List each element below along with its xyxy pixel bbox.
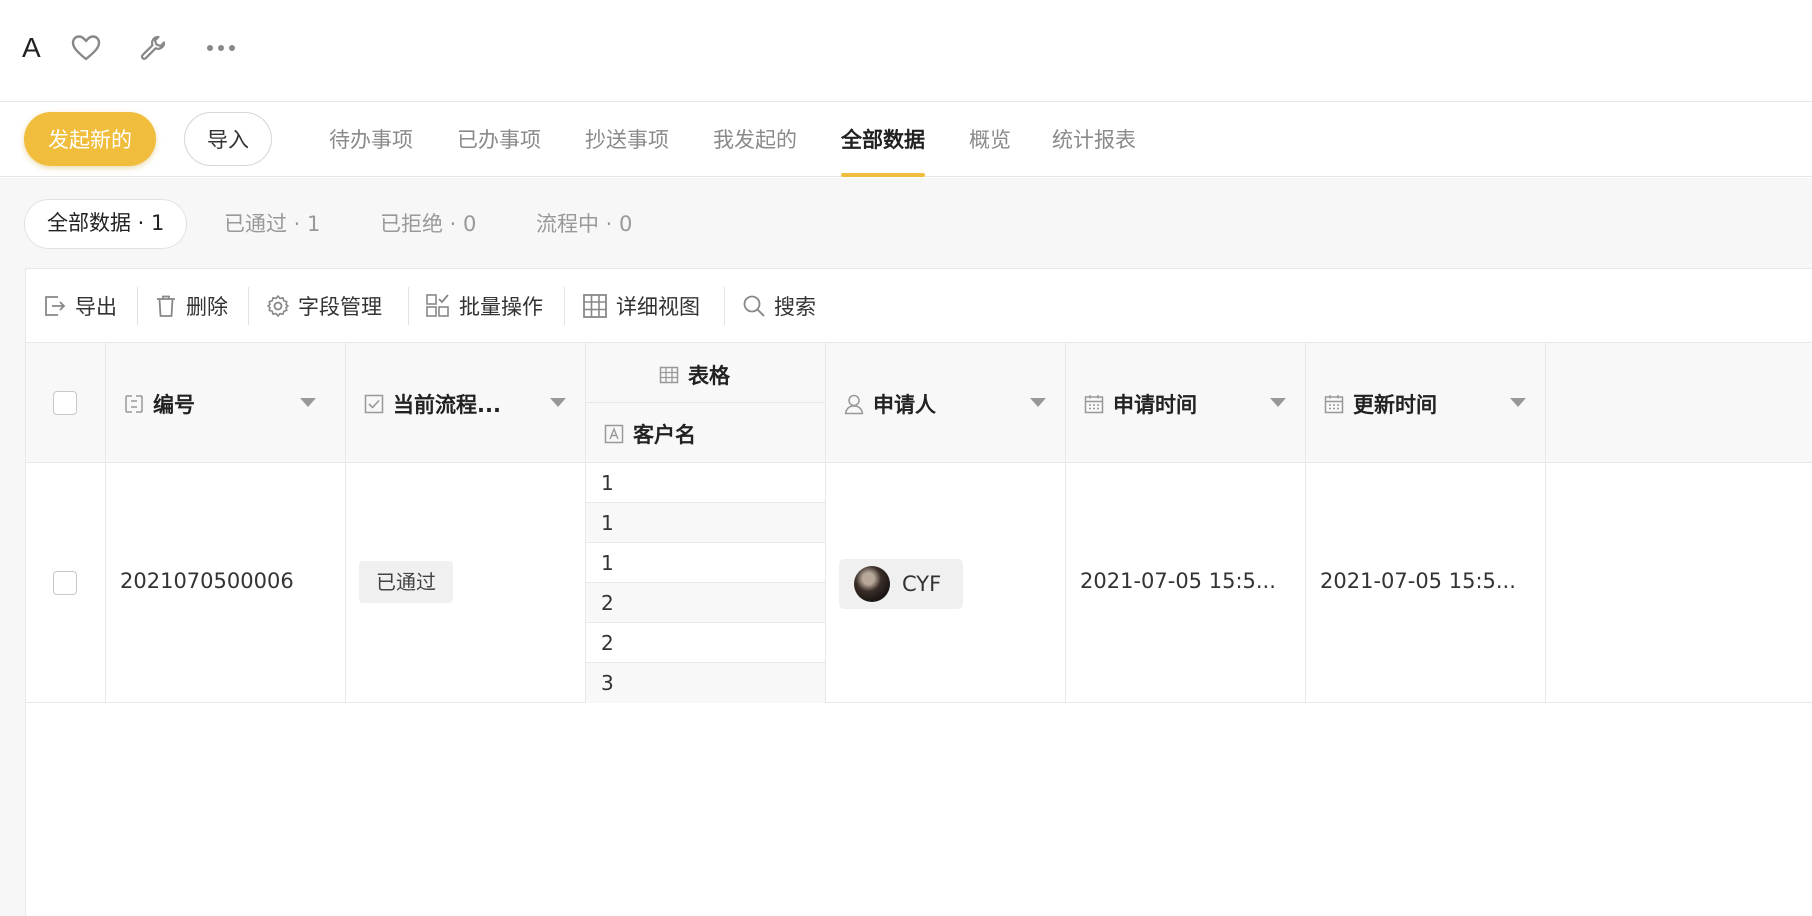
- table-cell-number[interactable]: 2021070500006: [106, 463, 346, 703]
- app-root: A 发起新的 导入 待办事项 已办事项 抄送事项 我发起的 全部数据 概览 统计…: [0, 0, 1812, 916]
- subtable-row: 1: [586, 543, 825, 583]
- column-menu-caret[interactable]: [1030, 398, 1046, 407]
- detail-view-label: 详细视图: [616, 295, 700, 319]
- row-checkbox[interactable]: [53, 571, 77, 595]
- detail-view-button[interactable]: 详细视图: [582, 269, 700, 343]
- calendar-icon: [1084, 395, 1104, 414]
- more-icon[interactable]: [204, 31, 238, 65]
- heart-icon[interactable]: [69, 31, 103, 65]
- table-field-icon: [659, 366, 679, 384]
- row-filler: [1546, 463, 1812, 703]
- export-icon: [45, 296, 66, 316]
- column-label-apply-time: 申请时间: [1113, 393, 1197, 417]
- subtable-row: 1: [586, 503, 825, 543]
- page-header: A: [0, 0, 1812, 102]
- filter-in-progress[interactable]: 流程中 · 0: [536, 199, 632, 249]
- table-cell-flow[interactable]: 已通过: [346, 463, 586, 703]
- trash-icon: [157, 295, 175, 317]
- filter-approved[interactable]: 已通过 · 1: [224, 199, 320, 249]
- select-all-checkbox[interactable]: [53, 391, 77, 415]
- field-management-button[interactable]: 字段管理: [266, 269, 382, 343]
- nav-bar: 发起新的 导入 待办事项 已办事项 抄送事项 我发起的 全部数据 概览 统计报表: [0, 103, 1812, 177]
- row-checkbox-cell: [26, 463, 106, 703]
- field-management-label: 字段管理: [298, 295, 382, 319]
- tab-overview[interactable]: 概览: [969, 103, 1011, 177]
- toolbar-divider: [564, 287, 565, 325]
- import-button[interactable]: 导入: [184, 112, 272, 166]
- subtable-row: 1: [586, 463, 825, 503]
- search-button[interactable]: 搜索: [742, 269, 816, 343]
- app-title: A: [22, 32, 41, 63]
- subtable-row: 2: [586, 583, 825, 623]
- apply-time-value: 2021-07-05 15:5...: [1080, 569, 1276, 593]
- export-button[interactable]: 导出: [43, 269, 117, 343]
- batch-operation-button[interactable]: 批量操作: [425, 269, 543, 343]
- wrench-icon[interactable]: [136, 31, 170, 65]
- table-cell-update-time[interactable]: 2021-07-05 15:5...: [1306, 463, 1546, 703]
- content-area: 全部数据 · 1 已通过 · 1 已拒绝 · 0 流程中 · 0 导出 删除 字…: [0, 178, 1812, 916]
- column-header-customer[interactable]: 客户名: [586, 403, 826, 463]
- table-icon: [583, 294, 607, 318]
- gear-icon: [267, 295, 289, 317]
- column-menu-caret[interactable]: [1510, 398, 1526, 407]
- status-badge: 已通过: [359, 561, 453, 603]
- applicant-name: CYF: [902, 572, 942, 596]
- table-cell-apply-time[interactable]: 2021-07-05 15:5...: [1066, 463, 1306, 703]
- column-label-customer: 客户名: [633, 423, 696, 447]
- column-group-label-table: 表格: [688, 364, 730, 388]
- tab-cc[interactable]: 抄送事项: [585, 103, 669, 177]
- record-number: 2021070500006: [120, 569, 294, 593]
- toolbar-divider: [248, 287, 249, 325]
- user-tag[interactable]: CYF: [839, 559, 964, 609]
- column-label-applicant: 申请人: [873, 393, 936, 417]
- toolbar-divider: [408, 287, 409, 325]
- subtable-row: 3: [586, 663, 825, 703]
- toolbar: 导出 删除 字段管理 批量操作 详细视图 搜索: [26, 269, 1812, 343]
- create-new-button[interactable]: 发起新的: [24, 112, 156, 166]
- delete-label: 删除: [186, 295, 228, 319]
- column-group-header-table[interactable]: 表格: [586, 343, 826, 403]
- batch-icon: [426, 294, 449, 317]
- checkbox-field-icon: [364, 394, 384, 414]
- avatar: [854, 566, 890, 602]
- batch-operation-label: 批量操作: [459, 295, 543, 319]
- toolbar-divider: [724, 287, 725, 325]
- column-label-number: 编号: [153, 393, 195, 417]
- column-header-apply-time[interactable]: 申请时间: [1066, 343, 1306, 463]
- export-label: 导出: [75, 295, 117, 319]
- update-time-value: 2021-07-05 15:5...: [1320, 569, 1516, 593]
- filter-rejected[interactable]: 已拒绝 · 0: [380, 199, 476, 249]
- column-header-flow[interactable]: 当前流程...: [346, 343, 586, 463]
- table-cell-applicant[interactable]: CYF: [826, 463, 1066, 703]
- tab-done[interactable]: 已办事项: [457, 103, 541, 177]
- column-menu-caret[interactable]: [1270, 398, 1286, 407]
- search-label: 搜索: [774, 295, 816, 319]
- number-field-icon: [125, 395, 143, 413]
- tab-initiated[interactable]: 我发起的: [713, 103, 797, 177]
- tab-all-data[interactable]: 全部数据: [841, 103, 925, 177]
- column-menu-caret[interactable]: [550, 398, 566, 407]
- text-field-icon: [604, 424, 624, 444]
- header-filler: [1546, 343, 1812, 463]
- delete-button[interactable]: 删除: [154, 269, 228, 343]
- table-cell-customers[interactable]: 1 1 1 2 2 3: [586, 463, 826, 703]
- calendar-icon: [1324, 395, 1344, 414]
- column-header-update-time[interactable]: 更新时间: [1306, 343, 1546, 463]
- column-label-update-time: 更新时间: [1353, 393, 1437, 417]
- header-checkbox-cell: [26, 343, 106, 463]
- toolbar-divider: [137, 287, 138, 325]
- tab-reports[interactable]: 统计报表: [1052, 103, 1136, 177]
- column-menu-caret[interactable]: [300, 398, 316, 407]
- tab-todo[interactable]: 待办事项: [329, 103, 413, 177]
- user-icon: [844, 394, 864, 415]
- column-header-number[interactable]: 编号: [106, 343, 346, 463]
- data-table: 编号 当前流程... 表格 客户名 申请人 申请时间 更新时间 20210705…: [26, 343, 1812, 916]
- subtable-row: 2: [586, 623, 825, 663]
- filter-all[interactable]: 全部数据 · 1: [24, 199, 188, 249]
- data-panel: 导出 删除 字段管理 批量操作 详细视图 搜索 编号 当前流程... 表格 客户…: [25, 268, 1812, 916]
- search-icon: [743, 295, 765, 317]
- column-label-flow: 当前流程...: [393, 393, 501, 417]
- column-header-applicant[interactable]: 申请人: [826, 343, 1066, 463]
